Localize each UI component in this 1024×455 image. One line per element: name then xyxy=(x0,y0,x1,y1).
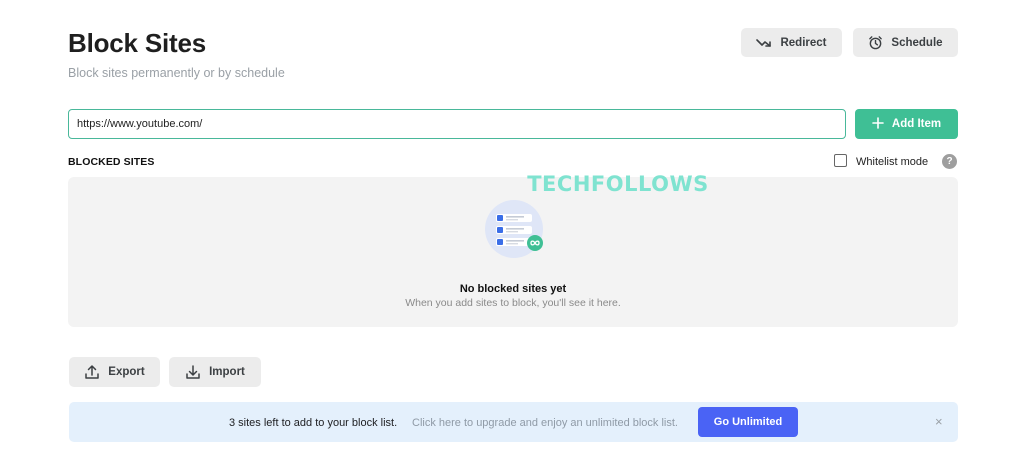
whitelist-checkbox[interactable] xyxy=(834,154,847,167)
page-title: Block Sites xyxy=(68,28,206,58)
empty-state-subtitle: When you add sites to block, you'll see … xyxy=(405,297,621,309)
plus-icon xyxy=(872,116,884,132)
alarm-clock-icon xyxy=(868,35,883,50)
blocked-sites-heading: BLOCKED SITES xyxy=(68,156,155,168)
blocked-list-illustration xyxy=(484,200,548,265)
redirect-label: Redirect xyxy=(780,36,827,49)
import-label: Import xyxy=(209,366,245,378)
close-icon[interactable]: × xyxy=(935,414,943,429)
download-icon xyxy=(185,364,201,380)
schedule-button[interactable]: Schedule xyxy=(853,28,958,57)
upgrade-link-text[interactable]: Click here to upgrade and enjoy an unlim… xyxy=(412,417,678,429)
add-item-button[interactable]: Add Item xyxy=(855,109,958,139)
export-button[interactable]: Export xyxy=(69,357,160,387)
upload-icon xyxy=(84,364,100,380)
page-subtitle: Block sites permanently or by schedule xyxy=(68,66,285,80)
add-item-label: Add Item xyxy=(891,118,942,130)
whitelist-label[interactable]: Whitelist mode xyxy=(856,156,928,168)
schedule-label: Schedule xyxy=(891,36,943,49)
question-mark-icon[interactable]: ? xyxy=(942,154,957,169)
redirect-button[interactable]: Redirect xyxy=(741,28,842,57)
redirect-arrow-icon xyxy=(756,37,772,49)
import-button[interactable]: Import xyxy=(169,357,261,387)
url-input[interactable] xyxy=(68,109,846,139)
export-label: Export xyxy=(108,366,145,378)
empty-state-title: No blocked sites yet xyxy=(459,283,567,295)
go-unlimited-button[interactable]: Go Unlimited xyxy=(698,407,798,437)
watermark-text: TECHFOLLOWS xyxy=(527,172,709,196)
sites-left-text: 3 sites left to add to your block list. xyxy=(229,417,398,429)
